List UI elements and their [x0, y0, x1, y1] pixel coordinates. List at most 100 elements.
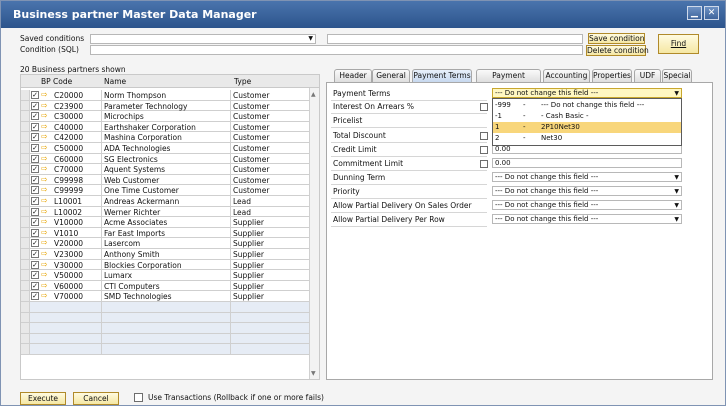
- row-checkbox[interactable]: ✓: [31, 165, 39, 174]
- empty-table-row[interactable]: [21, 302, 309, 313]
- column-header-name[interactable]: Name: [104, 77, 126, 86]
- column-header-bp-code[interactable]: BP Code: [41, 77, 72, 86]
- priority-dropdown[interactable]: --- Do not change this field --- ▼: [492, 186, 682, 196]
- row-header[interactable]: [21, 249, 30, 259]
- row-checkbox[interactable]: ✓: [31, 91, 39, 99]
- link-arrow-icon[interactable]: ⇨: [41, 238, 48, 247]
- table-row[interactable]: ✓ ⇨ C30000 Microchips Customer: [21, 111, 309, 122]
- payment-terms-option[interactable]: -1 - - Cash Basic -: [493, 111, 681, 122]
- payment-terms-option[interactable]: -999 - --- Do not change this field ---: [493, 100, 681, 111]
- empty-table-row[interactable]: [21, 344, 309, 355]
- tab-general[interactable]: General: [372, 69, 410, 82]
- payment-terms-dropdown[interactable]: --- Do not change this field --- ▼: [492, 88, 682, 98]
- link-arrow-icon[interactable]: ⇨: [41, 154, 48, 163]
- table-row[interactable]: ✓ ⇨ C23900 Parameter Technology Customer: [21, 100, 309, 112]
- link-arrow-icon[interactable]: ⇨: [41, 90, 48, 99]
- table-row[interactable]: ✓ ⇨ C42000 Mashina Corporation Customer: [21, 132, 309, 143]
- row-header[interactable]: [21, 333, 30, 344]
- link-arrow-icon[interactable]: ⇨: [41, 217, 48, 226]
- business-partners-grid[interactable]: BP Code Name Type ✓ ⇨ C20000 Norm Thompson C…: [20, 74, 320, 380]
- empty-table-row[interactable]: [21, 312, 309, 324]
- row-header[interactable]: [21, 90, 30, 100]
- row-checkbox[interactable]: ✓: [31, 228, 39, 237]
- link-arrow-icon[interactable]: ⇨: [41, 122, 48, 131]
- row-checkbox[interactable]: ✓: [31, 292, 39, 301]
- link-arrow-icon[interactable]: ⇨: [41, 281, 48, 290]
- link-arrow-icon[interactable]: ⇨: [41, 132, 48, 141]
- row-header[interactable]: [21, 164, 30, 174]
- column-header-type[interactable]: Type: [234, 77, 251, 86]
- row-header[interactable]: [21, 185, 30, 195]
- find-button[interactable]: Find: [658, 34, 699, 54]
- tab-udf[interactable]: UDF: [634, 69, 661, 82]
- credit-limit-checkbox[interactable]: [480, 146, 488, 154]
- table-row[interactable]: ✓ ⇨ V10000 Acme Associates Supplier: [21, 217, 309, 228]
- total-discount-checkbox[interactable]: [480, 132, 488, 140]
- row-checkbox[interactable]: ✓: [31, 133, 39, 142]
- table-row[interactable]: ✓ ⇨ C99999 One Time Customer Customer: [21, 185, 309, 196]
- table-row[interactable]: ✓ ⇨ C40000 Earthshaker Corporation Customer: [21, 121, 309, 133]
- payment-terms-option[interactable]: 1 - 2P10Net30: [493, 122, 681, 133]
- tab-accounting[interactable]: Accounting: [543, 69, 590, 82]
- table-row[interactable]: ✓ ⇨ V60000 CTI Computers Supplier: [21, 280, 309, 292]
- link-arrow-icon[interactable]: ⇨: [41, 270, 48, 279]
- link-arrow-icon[interactable]: ⇨: [41, 185, 48, 194]
- commitment-limit-input[interactable]: 0.00: [492, 158, 682, 168]
- row-header[interactable]: [21, 111, 30, 121]
- table-row[interactable]: ✓ ⇨ C50000 ADA Technologies Customer: [21, 143, 309, 154]
- commitment-limit-checkbox[interactable]: [480, 160, 488, 168]
- row-checkbox[interactable]: ✓: [31, 144, 39, 152]
- row-header[interactable]: [21, 291, 30, 301]
- link-arrow-icon[interactable]: ⇨: [41, 164, 48, 173]
- row-checkbox[interactable]: ✓: [31, 218, 39, 227]
- table-row[interactable]: ✓ ⇨ C70000 Aquent Systems Customer: [21, 164, 309, 175]
- row-checkbox[interactable]: ✓: [31, 154, 39, 163]
- tab-header[interactable]: Header: [334, 69, 372, 82]
- table-row[interactable]: ✓ ⇨ V30000 Blockies Corporation Supplier: [21, 259, 309, 271]
- link-arrow-icon[interactable]: ⇨: [41, 175, 48, 184]
- row-checkbox[interactable]: ✓: [31, 239, 39, 248]
- chevron-down-icon[interactable]: ▼: [674, 187, 679, 196]
- table-row[interactable]: ✓ ⇨ L10002 Werner Richter Lead: [21, 206, 309, 218]
- row-header[interactable]: [21, 323, 30, 333]
- payment-terms-options-list[interactable]: -999- --- Do not change this field --- -1-…: [492, 98, 682, 146]
- row-header[interactable]: [21, 196, 30, 206]
- row-checkbox[interactable]: ✓: [31, 281, 39, 290]
- link-arrow-icon[interactable]: ⇨: [41, 111, 48, 120]
- chevron-down-icon[interactable]: ▼: [674, 89, 679, 98]
- link-arrow-icon[interactable]: ⇨: [41, 101, 48, 110]
- table-row[interactable]: ✓ ⇨ V20000 Lasercom Supplier: [21, 238, 309, 249]
- table-row[interactable]: ✓ ⇨ C60000 SG Electronics Customer: [21, 153, 309, 165]
- tab-properties[interactable]: Properties: [592, 69, 632, 82]
- row-header[interactable]: [21, 153, 30, 164]
- table-row[interactable]: ✓ ⇨ V23000 Anthony Smith Supplier: [21, 249, 309, 260]
- allow-partial-delivery-on-sales-order-dropdown[interactable]: --- Do not change this field --- ▼: [492, 200, 682, 210]
- link-arrow-icon[interactable]: ⇨: [41, 196, 48, 205]
- chevron-down-icon[interactable]: ▼: [674, 215, 679, 224]
- row-header[interactable]: [21, 217, 30, 227]
- row-header[interactable]: [21, 312, 30, 323]
- table-row[interactable]: ✓ ⇨ V70000 SMD Technologies Supplier: [21, 291, 309, 302]
- close-icon[interactable]: ✕: [704, 6, 719, 20]
- row-checkbox[interactable]: ✓: [31, 250, 39, 258]
- interest-on-arrears-checkbox[interactable]: [480, 103, 488, 111]
- row-header[interactable]: [21, 238, 30, 248]
- save-condition-button[interactable]: Save condition: [588, 33, 645, 44]
- table-row[interactable]: ✓ ⇨ L10001 Andreas Ackermann Lead: [21, 196, 309, 207]
- execute-button[interactable]: Execute: [20, 392, 66, 405]
- link-arrow-icon[interactable]: ⇨: [41, 260, 48, 269]
- cancel-button[interactable]: Cancel: [73, 392, 119, 405]
- row-checkbox[interactable]: ✓: [31, 207, 39, 216]
- row-header[interactable]: [21, 280, 30, 291]
- row-header[interactable]: [21, 302, 30, 312]
- row-header[interactable]: [21, 227, 30, 238]
- minimize-icon[interactable]: ▁: [687, 6, 702, 20]
- row-checkbox[interactable]: ✓: [31, 112, 39, 121]
- condition-sql-input[interactable]: [90, 45, 583, 55]
- use-transactions-checkbox[interactable]: [134, 393, 143, 402]
- row-checkbox[interactable]: ✓: [31, 175, 39, 184]
- grid-scrollbar[interactable]: ▲ ▼: [309, 88, 319, 379]
- allow-partial-delivery-per-row-dropdown[interactable]: --- Do not change this field --- ▼: [492, 214, 682, 224]
- link-arrow-icon[interactable]: ⇨: [41, 207, 48, 216]
- payment-terms-option[interactable]: 2 - Net30: [493, 133, 681, 144]
